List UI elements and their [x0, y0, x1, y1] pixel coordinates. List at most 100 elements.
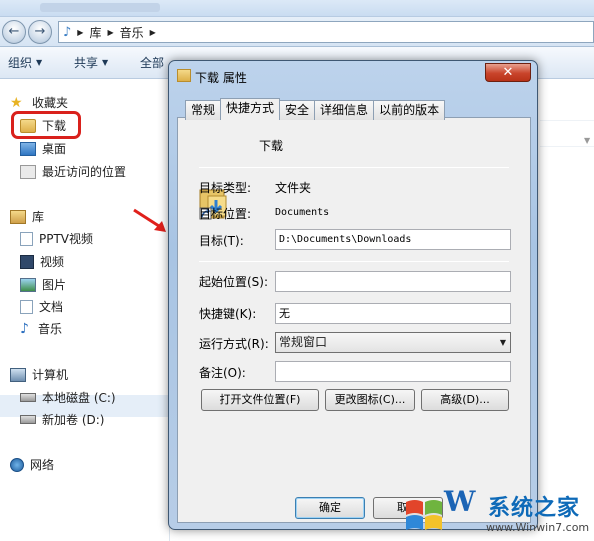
close-button[interactable]: ✕: [485, 63, 531, 82]
downloads-highlight-annotation: [11, 111, 81, 139]
local-disk-label: 本地磁盘 (C:): [42, 391, 116, 405]
pptv-library-icon: [20, 231, 33, 246]
run-select-value: 常规窗口: [279, 335, 328, 349]
tab-security[interactable]: 安全: [279, 100, 316, 120]
pptv-label: PPTV视频: [39, 232, 94, 246]
sidebar-item-new-volume[interactable]: 新加卷 (D:): [20, 411, 104, 428]
share-button[interactable]: 共享 ▼: [74, 54, 108, 71]
tab-strip: 常规 快捷方式 安全 详细信息 以前的版本: [185, 98, 446, 120]
video-library-icon: [20, 254, 34, 269]
titlebar-blur: [40, 3, 160, 12]
tab-shortcut[interactable]: 快捷方式: [220, 98, 281, 120]
breadcrumb-library[interactable]: 库: [89, 24, 101, 41]
documents-label: 文档: [39, 300, 64, 314]
content-row-line: [540, 120, 594, 121]
chevron-down-icon: ▼: [584, 136, 591, 145]
library-icon: [10, 209, 26, 224]
explorer-titlebar: [0, 0, 594, 17]
logo-red: [406, 500, 423, 515]
favorites-label: 收藏夹: [32, 96, 69, 110]
sidebar-item-music[interactable]: ♪ 音乐: [20, 320, 62, 337]
target-type-value: 文件夹: [275, 181, 312, 195]
start-in-label: 起始位置(S):: [199, 275, 269, 289]
change-icon-button[interactable]: 更改图标(C)...: [325, 389, 415, 411]
tab-details[interactable]: 详细信息: [314, 100, 375, 120]
videos-label: 视频: [40, 255, 65, 269]
play-all-label: 全部: [140, 56, 165, 70]
comment-input[interactable]: [275, 361, 511, 382]
open-file-location-button[interactable]: 打开文件位置(F): [201, 389, 319, 411]
desktop-icon: [20, 141, 36, 156]
shortcut-key-label: 快捷键(K):: [199, 307, 257, 321]
sidebar-item-desktop[interactable]: 桌面: [20, 140, 66, 157]
desktop-label: 桌面: [42, 142, 67, 156]
sidebar-item-local-disk[interactable]: 本地磁盘 (C:): [20, 389, 116, 406]
arrow-shaft: [133, 208, 163, 230]
comment-label: 备注(O):: [199, 366, 246, 380]
watermark-brand: 系统之家: [488, 496, 581, 521]
pictures-library-icon: [20, 277, 36, 292]
sidebar-item-libraries[interactable]: 库: [10, 208, 44, 225]
breadcrumb-chevron-icon[interactable]: ▶: [107, 28, 113, 37]
ok-button[interactable]: 确定: [295, 497, 365, 519]
divider: [199, 261, 509, 262]
watermark-letter: W: [444, 485, 476, 518]
logo-yellow: [425, 515, 442, 530]
hard-drive-icon: [20, 415, 36, 424]
recent-label: 最近访问的位置: [42, 165, 127, 179]
tab-general[interactable]: 常规: [185, 100, 222, 120]
play-all-button[interactable]: 全部: [140, 54, 164, 71]
sidebar-item-documents[interactable]: 文档: [20, 298, 63, 315]
breadcrumb-chevron-icon[interactable]: ▶: [77, 28, 83, 37]
music-label: 音乐: [38, 322, 63, 336]
target-input[interactable]: D:\Documents\Downloads: [275, 229, 511, 250]
breadcrumb-music[interactable]: 音乐: [120, 24, 144, 41]
chevron-down-icon: ▼: [36, 58, 43, 67]
pictures-label: 图片: [42, 278, 67, 292]
windows-logo-watermark: [406, 500, 442, 530]
forward-button[interactable]: →: [28, 20, 52, 44]
recent-places-icon: [20, 164, 36, 179]
organize-label: 组织: [8, 56, 33, 70]
new-volume-label: 新加卷 (D:): [42, 413, 105, 427]
address-bar: ← → ♪ ▶ 库 ▶ 音乐 ▶: [0, 17, 594, 47]
divider: [199, 167, 509, 168]
music-note-icon: ♪: [20, 320, 29, 337]
tab-previous-versions[interactable]: 以前的版本: [373, 100, 446, 120]
address-box[interactable]: ♪ ▶ 库 ▶ 音乐 ▶: [58, 21, 594, 43]
organize-button[interactable]: 组织 ▼: [8, 54, 42, 71]
dialog-title: 下载 属性: [195, 71, 247, 85]
target-label: 目标(T):: [199, 234, 244, 248]
computer-icon: [10, 367, 26, 382]
sidebar-item-videos[interactable]: 视频: [20, 253, 64, 270]
sidebar-item-favorites[interactable]: ★ 收藏夹: [10, 94, 68, 111]
advanced-button[interactable]: 高级(D)...: [421, 389, 509, 411]
start-in-input[interactable]: [275, 271, 511, 292]
music-note-icon: ♪: [63, 24, 72, 40]
target-location-value: Documents: [275, 207, 330, 218]
content-row-line: [540, 146, 594, 147]
sidebar-item-pictures[interactable]: 图片: [20, 276, 66, 293]
sidebar-item-network[interactable]: 网络: [10, 456, 54, 473]
hard-drive-icon: [20, 393, 36, 402]
run-select[interactable]: 常规窗口 ▼: [275, 332, 511, 353]
properties-dialog: 下载 属性 ✕ 常规 快捷方式 安全 详细信息 以前的版本 下载 目标类型: 文…: [168, 60, 538, 530]
breadcrumb-chevron-icon[interactable]: ▶: [150, 28, 156, 37]
network-icon: [10, 457, 24, 472]
folder-icon: [177, 69, 191, 82]
shortcut-name: 下载: [259, 139, 284, 153]
sidebar-item-computer[interactable]: 计算机: [10, 366, 68, 383]
star-icon: ★: [10, 94, 23, 111]
content-pane: ▼: [540, 80, 594, 541]
share-label: 共享: [74, 56, 99, 70]
shortcut-key-input[interactable]: 无: [275, 303, 511, 324]
network-label: 网络: [30, 458, 55, 472]
red-arrow-annotation: [133, 208, 166, 232]
run-label: 运行方式(R):: [199, 337, 269, 351]
back-button[interactable]: ←: [2, 20, 26, 44]
logo-blue: [406, 515, 423, 530]
sidebar-item-recent[interactable]: 最近访问的位置: [20, 163, 126, 180]
libraries-label: 库: [32, 210, 45, 224]
documents-library-icon: [20, 299, 33, 314]
sidebar-item-pptv[interactable]: PPTV视频: [20, 230, 93, 247]
